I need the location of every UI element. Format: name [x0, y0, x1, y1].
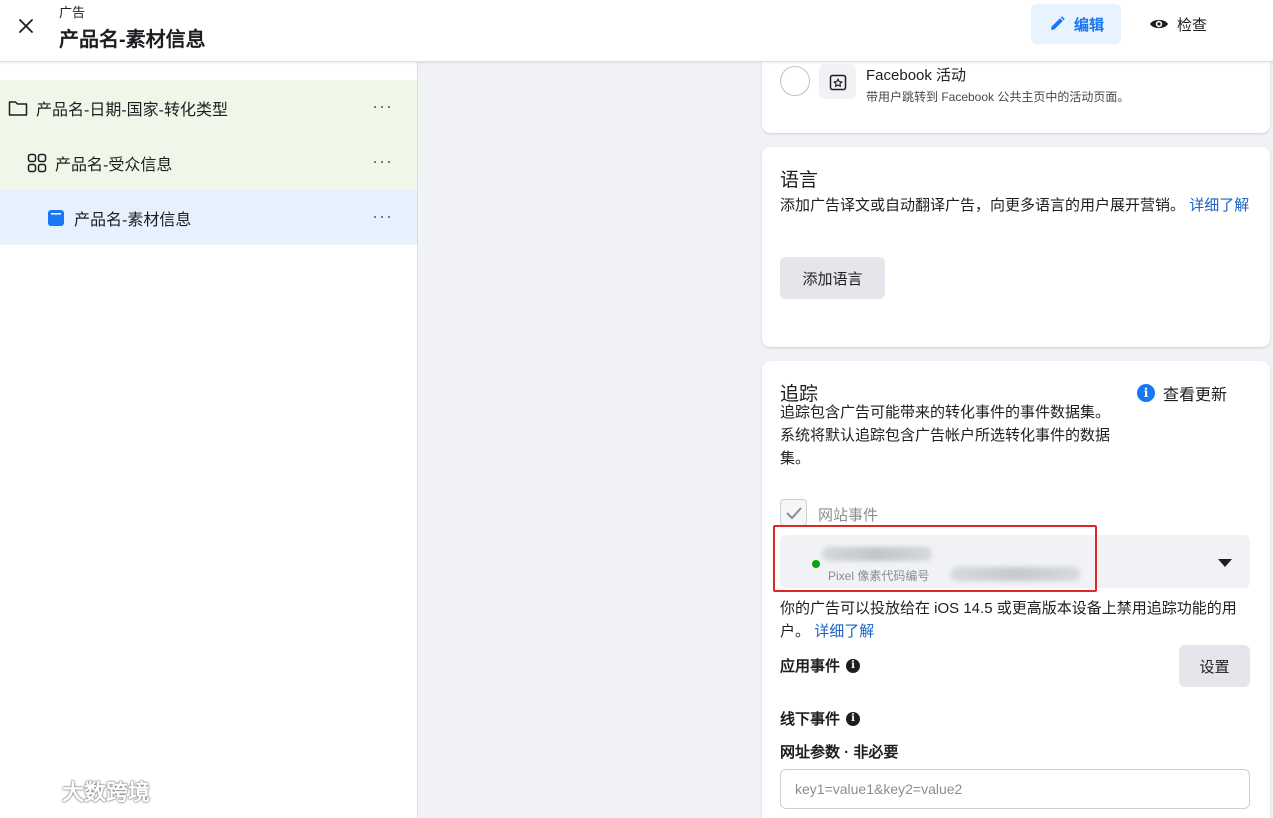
more-options-icon[interactable]: ···: [372, 207, 393, 225]
tree-item-ad[interactable]: 产品名-素材信息 ···: [0, 190, 417, 245]
review-button[interactable]: 检查: [1138, 4, 1218, 44]
watermark-text: 大数跨境: [62, 780, 151, 805]
edit-button[interactable]: 编辑: [1031, 4, 1121, 44]
language-learn-more-link[interactable]: 详细了解: [1189, 197, 1249, 214]
watermark-logo-icon: [8, 779, 51, 803]
language-heading: 语言: [780, 170, 819, 191]
app-events-text: 应用事件: [780, 658, 841, 675]
header-subtitle: 广告: [59, 5, 86, 20]
add-language-button[interactable]: 添加语言: [780, 257, 885, 299]
tree-item-label: 产品名-素材信息: [74, 211, 192, 229]
view-updates-label: 查看更新: [1163, 387, 1228, 404]
option-description: 带用户跳转到 Facebook 公共主页中的活动页面。: [866, 90, 1130, 104]
info-icon: i: [1137, 384, 1155, 402]
more-options-icon[interactable]: ···: [372, 152, 393, 170]
close-button[interactable]: [12, 12, 40, 40]
close-icon: [19, 19, 33, 33]
event-page-icon: [819, 64, 856, 99]
edit-button-label: 编辑: [1073, 16, 1104, 34]
url-params-title: 网址参数: [780, 744, 841, 761]
tree-item-label: 产品名-日期-国家-转化类型: [36, 101, 228, 119]
grid-icon: [27, 153, 47, 173]
option-title: Facebook 活动: [866, 67, 967, 84]
language-card: 语言 添加广告译文或自动翻译广告，向更多语言的用户展开营销。 详细了解 添加语言: [762, 147, 1270, 347]
pixel-id-redacted: [950, 567, 1080, 581]
url-params-label: 网址参数 · 非必要: [780, 741, 898, 762]
eye-icon: [1149, 19, 1168, 29]
language-description: 添加广告译文或自动翻译广告，向更多语言的用户展开营销。 详细了解: [780, 194, 1255, 217]
facebook-event-radio[interactable]: [780, 66, 810, 96]
pixel-name-redacted: [822, 547, 932, 561]
more-options-icon[interactable]: ···: [372, 97, 393, 115]
url-params-input[interactable]: [780, 769, 1250, 809]
offline-events-text: 线下事件: [780, 711, 841, 728]
folder-icon: [8, 98, 28, 118]
pixel-status-dot: [812, 560, 820, 568]
pixel-id-label: Pixel 像素代码编号: [828, 569, 930, 583]
pixel-dropdown[interactable]: Pixel 像素代码编号: [780, 535, 1250, 588]
campaign-tree-sidebar: 产品名-日期-国家-转化类型 ··· 产品名-受众信息 ··· 产品名-素材信息…: [0, 62, 418, 818]
watermark: 大数跨境: [6, 775, 150, 807]
view-updates-link[interactable]: i 查看更新: [1137, 381, 1227, 405]
tracking-description: 追踪包含广告可能带来的转化事件的事件数据集。系统将默认追踪包含广告帐户所选转化事…: [780, 404, 1111, 467]
info-icon[interactable]: i: [846, 711, 861, 726]
review-button-label: 检查: [1176, 16, 1207, 34]
ios-note: 你的广告可以投放给在 iOS 14.5 或更高版本设备上禁用追踪功能的用户。 详…: [780, 597, 1255, 643]
page-title: 产品名-素材信息: [59, 29, 206, 51]
ios-learn-more-link[interactable]: 详细了解: [814, 623, 874, 640]
setup-button[interactable]: 设置: [1179, 645, 1250, 687]
offline-events-label: 线下事件 i: [780, 708, 861, 729]
pencil-icon: [1050, 16, 1065, 30]
ad-icon: [46, 208, 66, 228]
tracking-card: 追踪 i 查看更新 追踪包含广告可能带来的转化事件的事件数据集。系统将默认追踪包…: [762, 361, 1270, 818]
app-events-label: 应用事件 i: [780, 655, 861, 676]
optional-marker: · 非必要: [840, 744, 899, 761]
tree-item-campaign[interactable]: 产品名-日期-国家-转化类型 ···: [0, 80, 417, 135]
website-events-checkbox[interactable]: [780, 499, 807, 526]
check-icon: [785, 506, 802, 519]
website-events-label: 网站事件: [818, 507, 879, 524]
destination-card: Facebook 活动 带用户跳转到 Facebook 公共主页中的活动页面。: [762, 50, 1270, 133]
chevron-down-icon: [1218, 559, 1232, 567]
info-icon[interactable]: i: [846, 658, 861, 673]
tree-item-adset[interactable]: 产品名-受众信息 ···: [0, 135, 417, 190]
tree-item-label: 产品名-受众信息: [55, 156, 173, 174]
top-header: 广告 产品名-素材信息 编辑 检查: [0, 0, 1273, 62]
url-params-text: 网址参数 · 非必要: [780, 741, 898, 762]
language-description-text: 添加广告译文或自动翻译广告，向更多语言的用户展开营销。: [780, 197, 1186, 214]
